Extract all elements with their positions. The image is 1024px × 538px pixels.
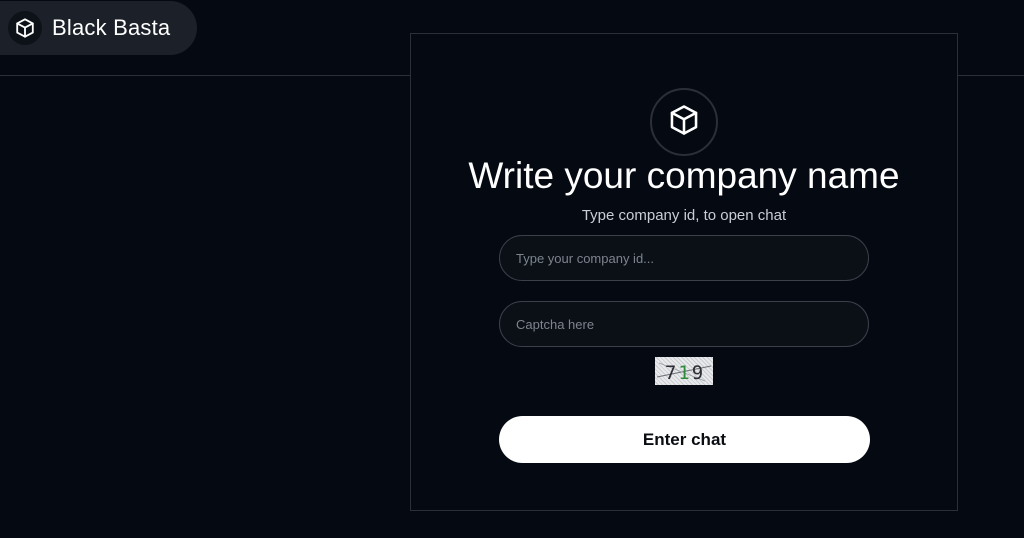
- logo-badge: [650, 88, 718, 156]
- company-id-input[interactable]: [499, 235, 869, 281]
- captcha-image: 719: [655, 357, 713, 385]
- enter-chat-button[interactable]: Enter chat: [499, 416, 870, 463]
- captcha-input[interactable]: [499, 301, 869, 347]
- page-subtitle: Type company id, to open chat: [581, 207, 787, 224]
- brand-name: Black Basta: [52, 15, 171, 40]
- login-panel: Write your company name Type company id,…: [410, 33, 958, 511]
- captcha-text: 719: [665, 362, 703, 384]
- page-title: Write your company name: [468, 155, 900, 196]
- cube-icon: [8, 11, 42, 45]
- cube-icon: [667, 103, 701, 142]
- brand-pill[interactable]: Black Basta: [0, 1, 197, 55]
- page: Black Basta Write your company name Type…: [0, 0, 1024, 538]
